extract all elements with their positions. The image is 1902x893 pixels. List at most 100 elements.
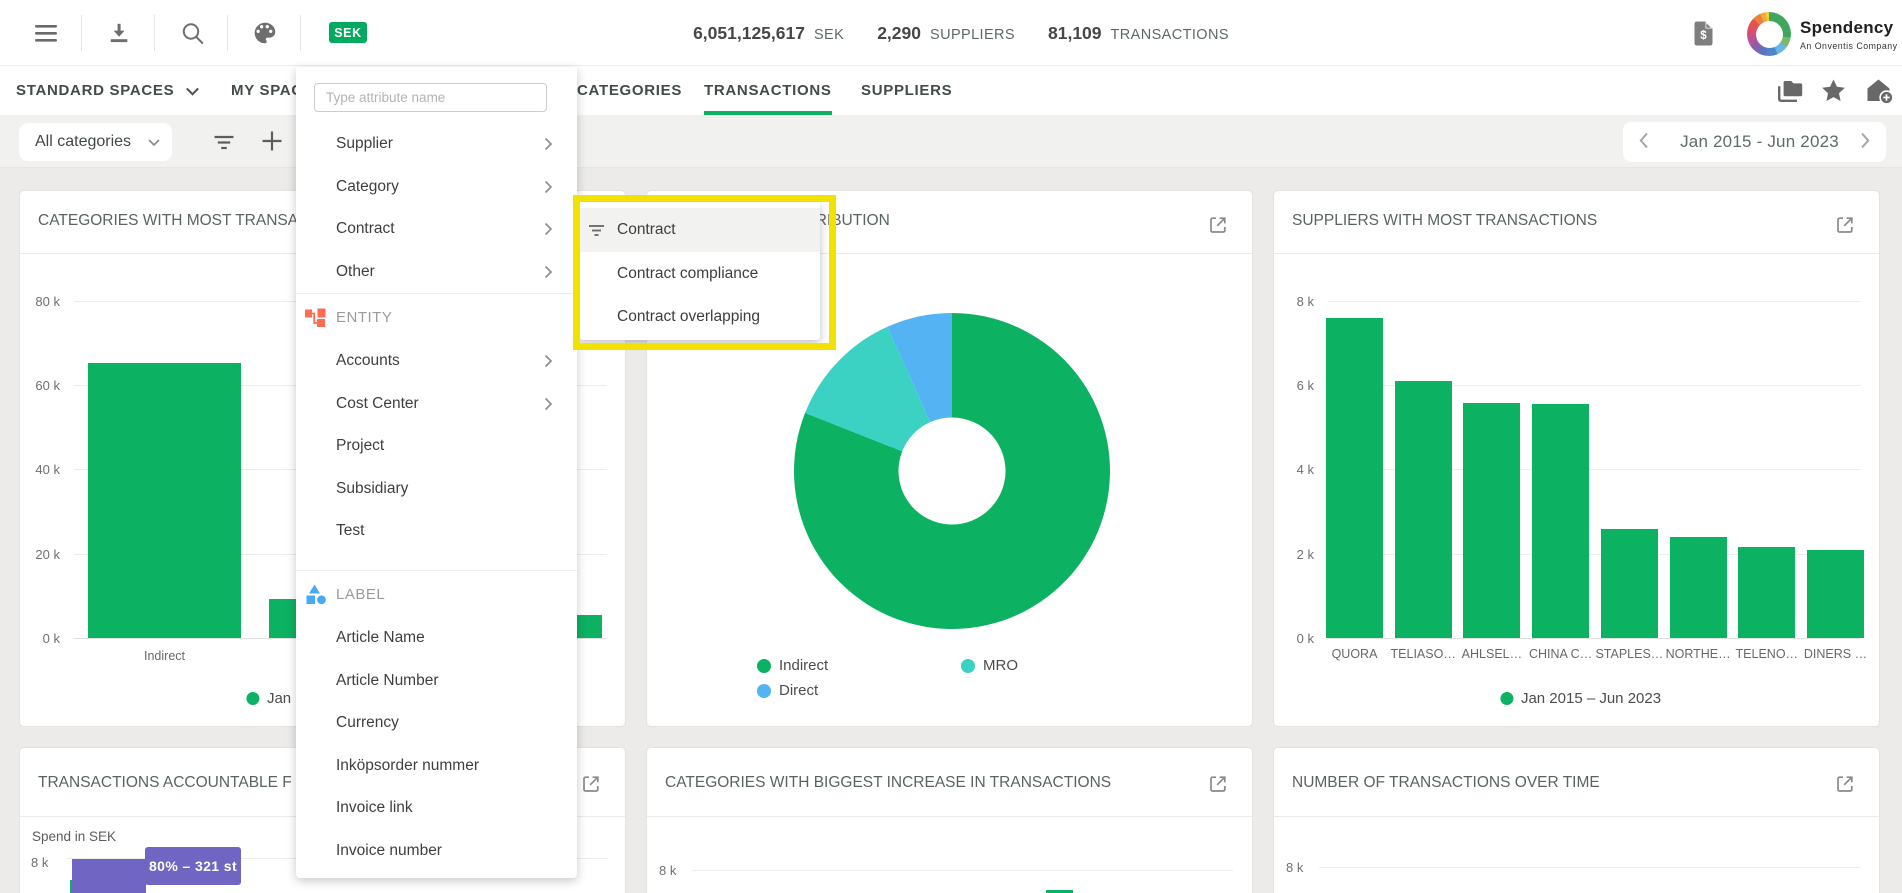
menu-item-accounts[interactable]: Accounts	[296, 340, 577, 383]
export-icon	[1835, 774, 1855, 794]
stat-spend-value: 6,051,125,617	[693, 23, 805, 44]
axis-caption: Spend in SEK	[32, 829, 116, 844]
menu-item-label: Invoice number	[336, 842, 442, 860]
export-button[interactable]	[1835, 774, 1855, 794]
menu-item-project[interactable]: Project	[296, 425, 577, 468]
chevron-right-icon	[544, 354, 553, 368]
bar-purple	[72, 859, 146, 893]
chart-tooltip: 80% – 321 st	[145, 847, 241, 885]
submenu-item-contract-compliance[interactable]: Contract compliance	[580, 252, 820, 295]
menu-item-label: Cost Center	[336, 395, 419, 413]
legend-dot	[246, 692, 259, 705]
invoice-document-button[interactable]: $	[1693, 0, 1713, 66]
donut-legend-direct[interactable]: Direct	[757, 682, 818, 699]
donut-legend-indirect[interactable]: Indirect	[757, 657, 828, 674]
category-filter-select[interactable]: All categories	[19, 123, 172, 161]
export-icon	[1835, 215, 1855, 235]
donut-legend-mro[interactable]: MRO	[961, 657, 1018, 674]
menu-item-subsidiary[interactable]: Subsidiary	[296, 468, 577, 511]
menu-item-supplier[interactable]: Supplier	[296, 123, 577, 166]
card-title: TRANSACTIONS ACCOUNTABLE F	[38, 774, 292, 792]
legend-dot	[757, 659, 771, 673]
menu-item-currency[interactable]: Currency	[296, 702, 577, 745]
export-button[interactable]	[1835, 215, 1855, 235]
workspace-nav: STANDARD SPACES MY SPACES CATEGORIES TRA…	[0, 66, 1902, 115]
tab-categories[interactable]: CATEGORIES	[577, 66, 682, 115]
tab-transactions-label: TRANSACTIONS	[704, 82, 832, 99]
submenu-item-label: Contract compliance	[617, 265, 758, 283]
top-bar: SEK 6,051,125,617 SEK 2,290 SUPPLIERS 81…	[0, 0, 1902, 66]
tab-transactions[interactable]: TRANSACTIONS	[704, 66, 832, 115]
menu-item-label: Inköpsorder nummer	[336, 757, 479, 775]
hamburger-icon	[35, 24, 58, 43]
search-button[interactable]	[179, 0, 205, 66]
export-button[interactable]	[581, 774, 601, 794]
menu-item-contract[interactable]: Contract	[296, 208, 577, 251]
download-icon	[107, 21, 131, 45]
y-axis-tick: 20 k	[20, 547, 60, 562]
y-axis-tick: 0 k	[1274, 631, 1314, 646]
hamburger-menu-button[interactable]	[34, 0, 58, 66]
menu-item-article-number[interactable]: Article Number	[296, 660, 577, 703]
tab-suppliers[interactable]: SUPPLIERS	[861, 66, 952, 115]
menu-item-ink-psorder-nummer[interactable]: Inköpsorder nummer	[296, 745, 577, 788]
brand-text: Spendency An Onventis Company	[1800, 12, 1898, 56]
menu-item-category[interactable]: Category	[296, 166, 577, 209]
card-title: SUPPLIERS WITH MOST TRANSACTIONS	[1292, 212, 1597, 230]
legend-label: MRO	[983, 657, 1018, 674]
download-button[interactable]	[107, 0, 131, 66]
bar-2	[1463, 403, 1520, 638]
date-range-picker[interactable]: Jan 2015 - Jun 2023	[1623, 122, 1886, 162]
divider	[300, 15, 301, 51]
tab-categories-label: CATEGORIES	[577, 82, 682, 99]
submenu-item-contract[interactable]: Contract	[580, 208, 820, 252]
bar-4	[1601, 529, 1658, 638]
menu-item-invoice-link[interactable]: Invoice link	[296, 787, 577, 830]
add-filter-button[interactable]	[259, 128, 285, 154]
x-axis-label: STAPLES…	[1595, 647, 1663, 661]
date-range-value: Jan 2015 - Jun 2023	[1680, 132, 1839, 152]
x-axis-label: TELIASO…	[1391, 647, 1456, 661]
menu-section-entity: ENTITY	[296, 294, 577, 340]
menu-item-invoice-number[interactable]: Invoice number	[296, 830, 577, 873]
x-axis-label: DINERS …	[1804, 647, 1867, 661]
bar-5	[1670, 537, 1727, 638]
menu-item-other[interactable]: Other	[296, 251, 577, 294]
export-button[interactable]	[1208, 774, 1228, 794]
chevron-left-icon[interactable]	[1639, 132, 1649, 149]
menu-item-test[interactable]: Test	[296, 510, 577, 553]
attribute-search-input[interactable]	[314, 83, 547, 112]
category-filter-value: All categories	[35, 133, 131, 151]
card-title: CATEGORIES WITH BIGGEST INCREASE IN TRAN…	[665, 774, 1111, 792]
menu-item-cost-center[interactable]: Cost Center	[296, 383, 577, 426]
chevron-right-icon[interactable]	[1860, 132, 1870, 149]
stat-suppliers: 2,290 SUPPLIERS	[877, 23, 1015, 44]
summary-stats: 6,051,125,617 SEK 2,290 SUPPLIERS 81,109…	[693, 0, 1229, 66]
home-plus-icon	[1866, 78, 1894, 105]
tab-standard-spaces-label: STANDARD SPACES	[16, 82, 174, 99]
menu-item-label: Currency	[336, 714, 399, 732]
x-axis-label: TELENO…	[1736, 647, 1799, 661]
menu-item-label: Article Number	[336, 672, 439, 690]
legend-label: Direct	[779, 682, 818, 699]
legend-label: Indirect	[779, 657, 828, 674]
menu-item-label: Other	[336, 263, 375, 281]
menu-item-label: Project	[336, 437, 384, 455]
filter-button[interactable]	[211, 128, 237, 154]
tab-standard-spaces[interactable]: STANDARD SPACES	[16, 66, 200, 115]
currency-badge[interactable]: SEK	[329, 22, 367, 43]
entity-icon	[304, 305, 328, 329]
y-axis-tick: 40 k	[20, 462, 60, 477]
attribute-dropdown-panel: SupplierCategoryContract Other ENTITYAccou…	[296, 67, 577, 878]
menu-item-article-name[interactable]: Article Name	[296, 617, 577, 660]
brand-logo[interactable]: Spendency An Onventis Company	[1747, 12, 1898, 56]
x-axis-label: QUORA	[1332, 647, 1378, 661]
chevron-right-icon	[544, 397, 553, 411]
star-icon	[1820, 78, 1847, 104]
submenu-item-contract-overlapping[interactable]: Contract overlapping	[580, 295, 820, 338]
menu-section-label: LABEL	[296, 571, 577, 617]
search-icon	[180, 21, 205, 46]
export-icon	[1208, 774, 1228, 794]
theme-palette-button[interactable]	[252, 0, 278, 66]
divider	[154, 15, 155, 51]
